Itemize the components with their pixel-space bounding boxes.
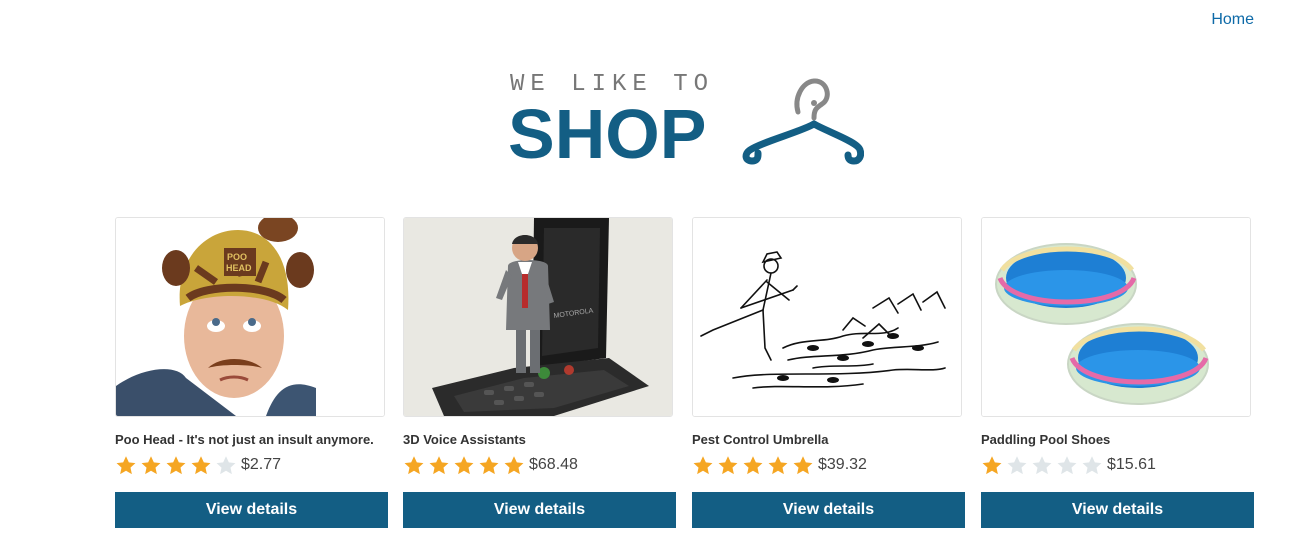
view-details-button[interactable]: View details [692,492,965,528]
star-filled-icon [454,456,474,475]
product-name[interactable]: Pest Control Umbrella [692,432,965,448]
star-filled-icon [191,456,211,475]
star-empty-icon [1057,456,1077,475]
logo-word: SHOP [508,95,707,173]
home-link[interactable]: Home [1211,11,1254,28]
star-empty-icon [1032,456,1052,475]
star-rating [115,454,240,476]
star-filled-icon [116,456,136,475]
star-empty-icon [1082,456,1102,475]
star-filled-icon [693,456,713,475]
star-filled-icon [404,456,424,475]
hanger-icon [742,78,864,165]
page: Home WE LIKE TO SHOP POO HEAD Poo Head -… [0,0,1310,555]
view-details-button[interactable]: View details [403,492,676,528]
svg-text:HEAD: HEAD [226,263,252,273]
product-price: $68.48 [529,456,578,473]
star-filled-icon [141,456,161,475]
star-filled-icon [479,456,499,475]
star-filled-icon [166,456,186,475]
star-filled-icon [982,456,1002,475]
site-logo[interactable]: WE LIKE TO SHOP [508,68,868,173]
star-rating [692,454,817,476]
product-price: $39.32 [818,456,867,473]
product-card: Paddling Pool Shoes $15.61 View details [981,217,1254,528]
product-rating-row: $39.32 [692,453,965,477]
star-filled-icon [743,456,763,475]
product-image-poo-head[interactable]: POO HEAD [115,217,385,417]
star-rating [981,454,1106,476]
star-filled-icon [718,456,738,475]
view-details-button[interactable]: View details [981,492,1254,528]
star-filled-icon [429,456,449,475]
product-price: $2.77 [241,456,282,473]
product-image-pest-umbrella[interactable] [692,217,962,417]
product-rating-row: $2.77 [115,453,388,477]
product-card: POO HEAD Poo Head - It's not just an ins… [115,217,388,528]
svg-text:POO: POO [227,252,247,262]
product-image-voice-assistant[interactable]: MOTOROLA [403,217,673,417]
product-card: MOTOROLA 3D Voice Assistants $68.48 View… [403,217,676,528]
product-name[interactable]: 3D Voice Assistants [403,432,676,448]
product-image-pool-shoes[interactable] [981,217,1251,417]
product-name[interactable]: Paddling Pool Shoes [981,432,1254,448]
star-rating [403,454,528,476]
product-name[interactable]: Poo Head - It's not just an insult anymo… [115,432,388,448]
star-filled-icon [768,456,788,475]
product-rating-row: $68.48 [403,453,676,477]
product-rating-row: $15.61 [981,453,1254,477]
top-nav: Home [1211,11,1254,29]
star-filled-icon [793,456,813,475]
view-details-button[interactable]: View details [115,492,388,528]
product-card: Pest Control Umbrella $39.32 View detail… [692,217,965,528]
product-price: $15.61 [1107,456,1156,473]
star-filled-icon [504,456,524,475]
star-empty-icon [216,456,236,475]
star-empty-icon [1007,456,1027,475]
